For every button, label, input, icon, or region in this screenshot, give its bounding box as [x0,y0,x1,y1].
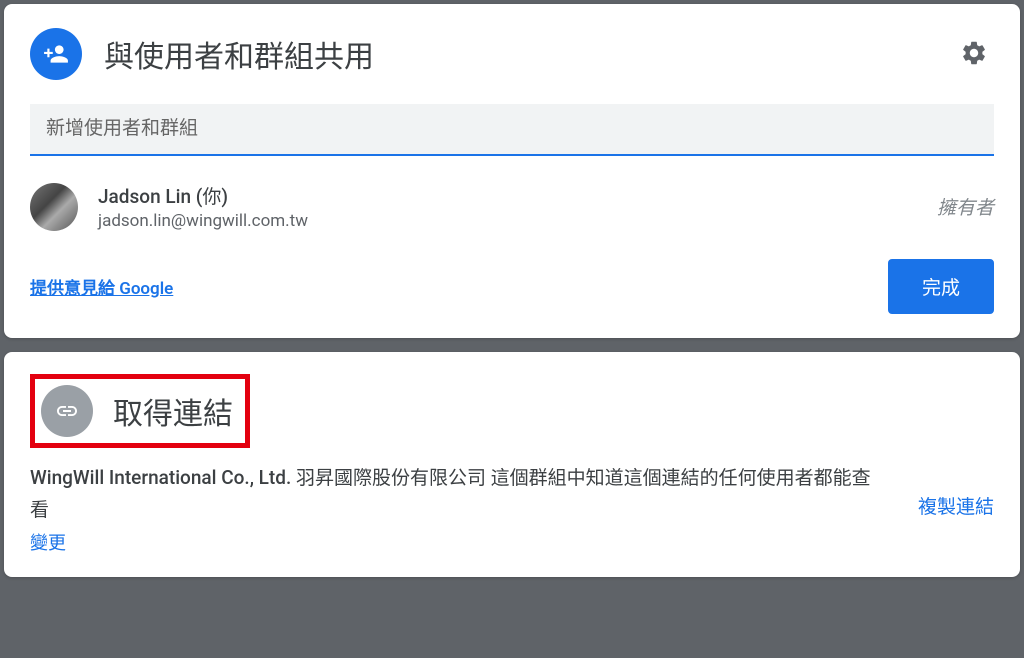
company-name: WingWill International Co., Ltd. 羽昇國際股份有… [30,466,486,489]
link-desc-row: WingWill International Co., Ltd. 羽昇國際股份有… [30,462,994,559]
add-people-input[interactable] [46,118,978,140]
change-link[interactable]: 變更 [30,529,66,560]
user-info: Jadson Lin (你) jadson.lin@wingwill.com.t… [98,182,917,231]
add-people-input-container [30,104,994,156]
gear-icon [960,39,988,67]
feedback-link[interactable]: 提供意見給 Google [30,274,173,299]
link-description: WingWill International Co., Ltd. 羽昇國際股份有… [30,462,878,559]
done-button[interactable]: 完成 [888,259,994,314]
avatar [30,183,78,231]
user-row: Jadson Lin (你) jadson.lin@wingwill.com.t… [30,178,994,251]
share-card: 與使用者和群組共用 Jadson Lin (你) jadson.lin@wing… [4,4,1020,338]
get-link-title: 取得連結 [113,389,233,433]
user-role: 擁有者 [937,193,994,220]
get-link-header-highlight: 取得連結 [30,374,250,448]
copy-link-button[interactable]: 複製連結 [918,462,994,519]
settings-button[interactable] [954,33,994,76]
share-card-title: 與使用者和群組共用 [104,32,932,76]
user-name: Jadson Lin (你) [98,182,917,209]
person-add-icon [30,28,82,80]
get-link-card: 取得連結 WingWill International Co., Ltd. 羽昇… [4,352,1020,577]
share-footer: 提供意見給 Google 完成 [30,251,994,314]
user-email: jadson.lin@wingwill.com.tw [98,211,917,231]
share-card-header: 與使用者和群組共用 [30,28,994,80]
link-icon [41,385,93,437]
